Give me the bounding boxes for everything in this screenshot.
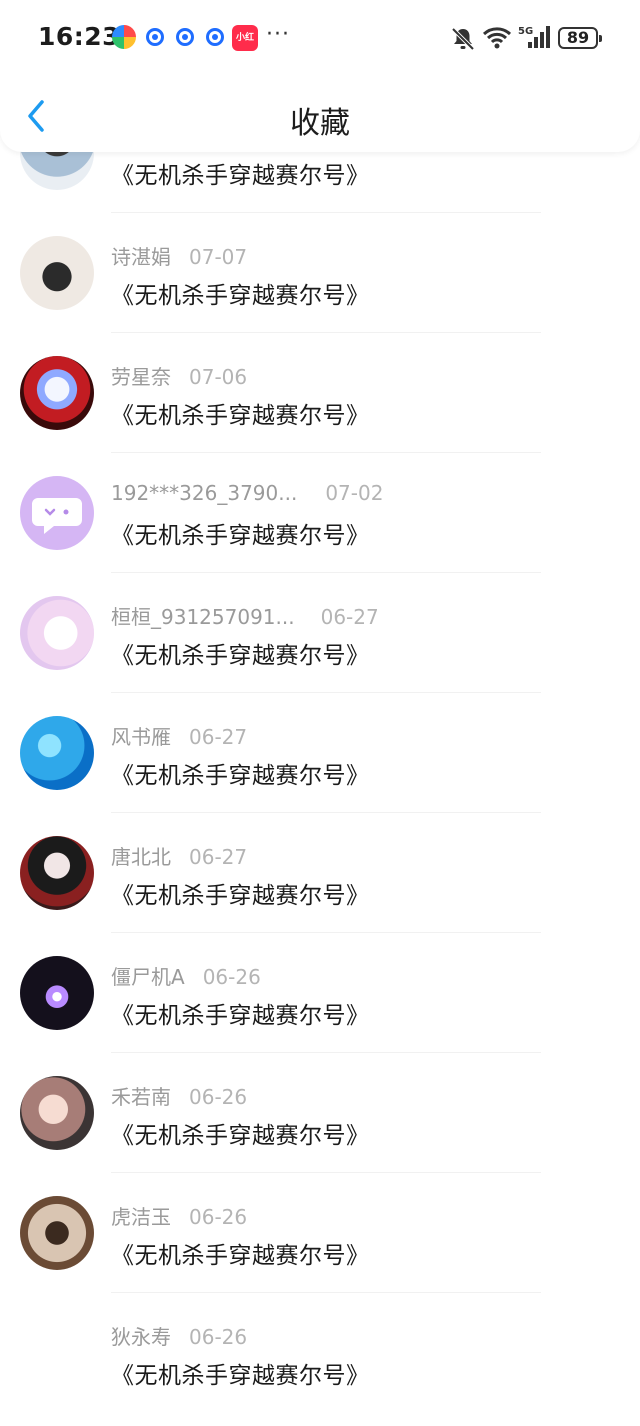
item-title: 《无机杀手穿越赛尔号》 — [111, 403, 370, 429]
user-name: 诗湛娟 — [111, 245, 171, 269]
chat-bubble-icon — [32, 498, 82, 534]
redbook-app-icon: 小红书 — [232, 25, 258, 69]
user-name: 僵尸机A — [111, 965, 185, 989]
item-date: 06-27 — [320, 605, 379, 629]
item-date: 06-27 — [189, 845, 248, 869]
item-meta: 诗湛娟 07-07 — [111, 241, 247, 270]
item-meta: 唐北北 06-27 — [111, 841, 247, 870]
item-meta: 192***326_3790... 07-02 — [111, 481, 383, 505]
avatar[interactable] — [20, 956, 94, 1030]
item-meta: 桓桓_931257091... 06-27 — [111, 601, 379, 630]
item-title: 《无机杀手穿越赛尔号》 — [111, 643, 370, 669]
avatar[interactable] — [20, 1076, 94, 1150]
favorites-list: 《无机杀手穿越赛尔号》 诗湛娟 07-07 《无机杀手穿越赛尔号》 劳星奈 07-0… — [0, 92, 640, 1412]
list-item[interactable]: 诗湛娟 07-07 《无机杀手穿越赛尔号》 — [0, 212, 640, 333]
user-name: 狄永寿 — [111, 1325, 171, 1349]
item-title: 《无机杀手穿越赛尔号》 — [111, 1243, 370, 1269]
item-title: 《无机杀手穿越赛尔号》 — [111, 163, 370, 189]
item-title: 《无机杀手穿越赛尔号》 — [111, 883, 370, 909]
battery-icon: 89 — [558, 27, 602, 49]
item-date: 06-27 — [189, 725, 248, 749]
avatar[interactable] — [20, 716, 94, 790]
notification-icon — [176, 28, 194, 46]
notification-icon — [206, 28, 224, 46]
user-name: 禾若南 — [111, 1085, 171, 1109]
list-item[interactable]: 192***326_3790... 07-02 《无机杀手穿越赛尔号》 — [0, 452, 640, 573]
user-name: 192***326_3790... — [111, 481, 298, 505]
item-date: 07-07 — [189, 245, 248, 269]
item-meta: 狄永寿 06-26 — [111, 1321, 247, 1350]
notification-icon — [146, 28, 164, 46]
item-title: 《无机杀手穿越赛尔号》 — [111, 763, 370, 789]
avatar[interactable] — [20, 596, 94, 670]
pinwheel-app-icon — [112, 25, 136, 49]
list-item[interactable]: 桓桓_931257091... 06-27 《无机杀手穿越赛尔号》 — [0, 572, 640, 693]
item-date: 07-06 — [189, 365, 248, 389]
item-date: 07-02 — [325, 481, 384, 505]
item-meta: 风书雁 06-27 — [111, 721, 247, 750]
wifi-icon — [482, 27, 512, 49]
item-meta: 劳星奈 07-06 — [111, 361, 247, 390]
item-meta: 禾若南 06-26 — [111, 1081, 247, 1110]
avatar[interactable] — [20, 476, 94, 550]
page-header: 收藏 — [0, 78, 640, 152]
item-title: 《无机杀手穿越赛尔号》 — [111, 1123, 370, 1149]
item-date: 06-26 — [189, 1085, 248, 1109]
avatar[interactable] — [20, 236, 94, 310]
user-name: 桓桓_931257091... — [111, 605, 295, 629]
avatar[interactable] — [20, 356, 94, 430]
page-title: 收藏 — [290, 106, 350, 141]
item-title: 《无机杀手穿越赛尔号》 — [111, 1003, 370, 1029]
status-time: 16:23 — [38, 22, 121, 51]
item-date: 06-26 — [189, 1205, 248, 1229]
user-name: 劳星奈 — [111, 365, 171, 389]
item-meta: 虎洁玉 06-26 — [111, 1201, 247, 1230]
more-notifications-icon: ··· — [266, 22, 290, 47]
list-item[interactable]: 劳星奈 07-06 《无机杀手穿越赛尔号》 — [0, 332, 640, 453]
list-item[interactable]: 禾若南 06-26 《无机杀手穿越赛尔号》 — [0, 1052, 640, 1173]
cellular-5g-icon: 5G — [518, 26, 550, 48]
item-title: 《无机杀手穿越赛尔号》 — [111, 523, 370, 549]
list-item[interactable]: 风书雁 06-27 《无机杀手穿越赛尔号》 — [0, 692, 640, 813]
svg-text:5G: 5G — [518, 26, 533, 37]
user-name: 虎洁玉 — [111, 1205, 171, 1229]
muted-bell-icon — [451, 27, 475, 51]
top-bar: 16:23 小红书 ··· 5G 89 收藏 — [0, 0, 640, 152]
list-item[interactable]: 虎洁玉 06-26 《无机杀手穿越赛尔号》 — [0, 1172, 640, 1293]
status-bar: 16:23 小红书 ··· 5G 89 — [0, 0, 640, 78]
avatar[interactable] — [20, 1196, 94, 1270]
item-date: 06-26 — [189, 1325, 248, 1349]
item-date: 06-26 — [202, 965, 261, 989]
list-item[interactable]: 狄永寿 06-26 《无机杀手穿越赛尔号》 — [0, 1292, 640, 1412]
item-title: 《无机杀手穿越赛尔号》 — [111, 283, 370, 309]
item-title: 《无机杀手穿越赛尔号》 — [111, 1363, 370, 1389]
list-item[interactable]: 僵尸机A 06-26 《无机杀手穿越赛尔号》 — [0, 932, 640, 1053]
user-name: 风书雁 — [111, 725, 171, 749]
list-item[interactable]: 唐北北 06-27 《无机杀手穿越赛尔号》 — [0, 812, 640, 933]
user-name: 唐北北 — [111, 845, 171, 869]
avatar[interactable] — [20, 836, 94, 910]
item-meta: 僵尸机A 06-26 — [111, 961, 261, 990]
